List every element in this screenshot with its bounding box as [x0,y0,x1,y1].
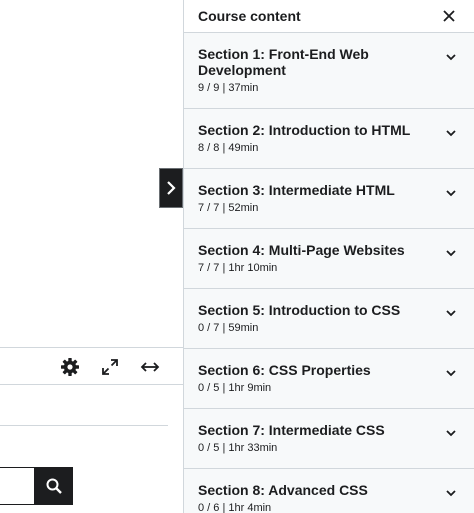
chevron-down-icon [446,250,456,257]
section-title: Section 8: Advanced CSS [198,482,368,498]
chevron-down-icon [446,130,456,137]
course-player: Course content Section 1: Front-End Web … [0,0,474,513]
chevron-down-icon [446,54,456,61]
chevron-down-icon [446,310,456,317]
section-progress: 9 / 9 | 37min [198,82,259,94]
player-area [0,0,183,513]
section-4[interactable]: Section 4: Multi-Page Websites 7 / 7 | 1… [184,229,474,289]
wide-view-button[interactable] [138,356,162,378]
player-controls [0,347,183,385]
section-title: Section 4: Multi-Page Websites [198,242,405,258]
chevron-down-icon [446,490,456,497]
section-title: Section 6: CSS Properties [198,362,371,378]
section-progress: 8 / 8 | 49min [198,142,259,154]
section-1[interactable]: Section 1: Front-End Web Development 9 /… [184,33,474,109]
divider [0,425,168,426]
section-title: Section 2: Introduction to HTML [198,122,411,138]
section-title: Section 7: Intermediate CSS [198,422,385,438]
chevron-down-icon [446,430,456,437]
fullscreen-button[interactable] [99,356,121,378]
course-content-sidebar: Course content Section 1: Front-End Web … [183,0,474,513]
expand-sidebar-button[interactable] [159,168,183,208]
section-title: Section 1: Front-End Web Development [198,46,369,78]
section-progress: 0 / 7 | 59min [198,322,259,334]
section-7[interactable]: Section 7: Intermediate CSS 0 / 5 | 1hr … [184,409,474,469]
search-input[interactable] [0,467,36,505]
section-2[interactable]: Section 2: Introduction to HTML 8 / 8 | … [184,109,474,169]
section-progress: 7 / 7 | 52min [198,202,259,214]
section-3[interactable]: Section 3: Intermediate HTML 7 / 7 | 52m… [184,169,474,229]
expand-icon [102,359,118,375]
section-progress: 0 / 5 | 1hr 33min [198,442,278,454]
close-sidebar-button[interactable] [440,7,458,25]
section-progress: 0 / 5 | 1hr 9min [198,382,272,394]
section-title: Section 5: Introduction to CSS [198,302,401,318]
gear-icon [61,358,79,376]
section-6[interactable]: Section 6: CSS Properties 0 / 5 | 1hr 9m… [184,349,474,409]
search-icon [46,478,62,494]
sidebar-title: Course content [198,8,301,24]
chevron-down-icon [446,370,456,377]
horizontal-arrows-icon [140,362,160,372]
section-8[interactable]: Section 8: Advanced CSS 0 / 6 | 1hr 4min [184,469,474,513]
section-title: Section 3: Intermediate HTML [198,182,395,198]
settings-button[interactable] [59,356,81,378]
section-progress: 7 / 7 | 1hr 10min [198,262,278,274]
close-icon [443,10,455,22]
sidebar-header: Course content [184,0,474,33]
section-progress: 0 / 6 | 1hr 4min [198,502,272,513]
chevron-down-icon [446,190,456,197]
section-5[interactable]: Section 5: Introduction to CSS 0 / 7 | 5… [184,289,474,349]
chevron-right-icon [167,181,176,195]
search-button[interactable] [34,467,73,505]
